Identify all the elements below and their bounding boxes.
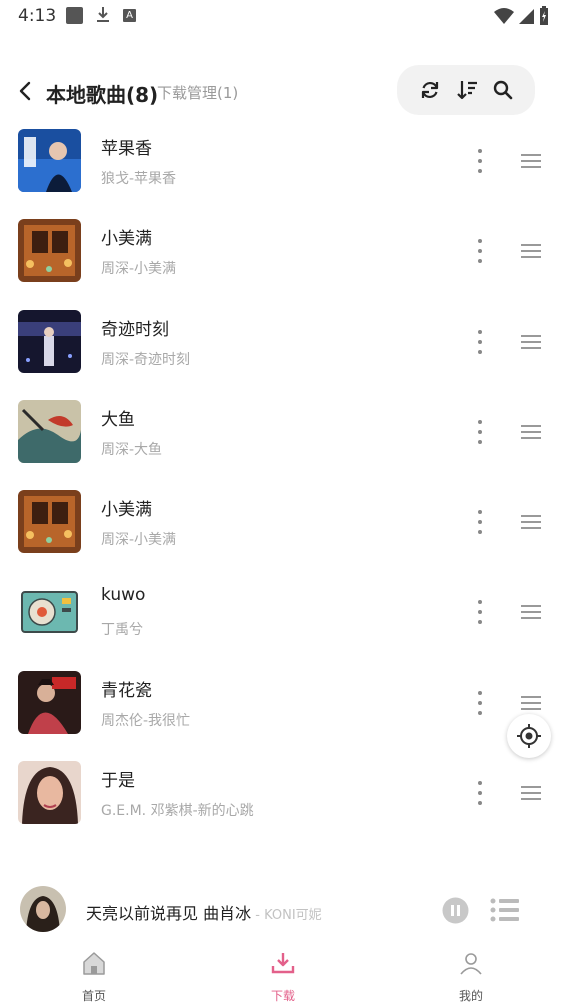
cover-8 bbox=[18, 761, 81, 825]
more-options-icon[interactable] bbox=[468, 327, 492, 357]
cover-2 bbox=[18, 219, 81, 283]
now-playing-text: 天亮以前说再见 曲肖冰 - KONI可妮 bbox=[86, 900, 322, 924]
more-options-icon[interactable] bbox=[468, 688, 492, 718]
locate-current-button[interactable] bbox=[507, 714, 551, 758]
tab-profile[interactable]: 我的 bbox=[416, 946, 526, 1004]
more-options-icon[interactable] bbox=[468, 236, 492, 266]
search-icon[interactable] bbox=[491, 78, 515, 102]
more-options-icon[interactable] bbox=[468, 597, 492, 627]
cover-6 bbox=[18, 580, 81, 644]
song-title: 大鱼 bbox=[101, 409, 135, 430]
more-options-icon[interactable] bbox=[468, 146, 492, 176]
cover-3 bbox=[18, 309, 81, 373]
more-options-icon[interactable] bbox=[468, 507, 492, 537]
now-playing-separator: - bbox=[251, 908, 265, 923]
song-title: 青花瓷 bbox=[101, 680, 152, 701]
profile-icon bbox=[460, 953, 482, 975]
drag-handle-icon[interactable] bbox=[519, 151, 543, 171]
now-playing-cover[interactable] bbox=[20, 886, 66, 932]
song-title: 奇迹时刻 bbox=[101, 319, 169, 340]
download-icon bbox=[271, 953, 295, 974]
status-bar: 4:13 A bbox=[0, 0, 565, 32]
song-title: 苹果香 bbox=[101, 139, 152, 159]
song-row[interactable]: 苹果香 狼戈-苹果香 bbox=[0, 118, 565, 208]
mini-player[interactable]: 天亮以前说再见 曲肖冰 - KONI可妮 bbox=[0, 880, 565, 942]
download-manage-link[interactable]: 下载管理(1) bbox=[157, 82, 238, 103]
song-row[interactable]: 小美满 周深-小美满 bbox=[0, 479, 565, 569]
tab-home[interactable]: 首页 bbox=[39, 946, 149, 1004]
bottom-tab-bar: 首页 下载 我的 bbox=[0, 946, 565, 1004]
tab-home-label: 首页 bbox=[81, 989, 106, 1003]
drag-handle-icon[interactable] bbox=[519, 602, 543, 622]
song-artist: 周深-小美满 bbox=[101, 532, 177, 549]
drag-handle-icon[interactable] bbox=[519, 512, 543, 532]
song-row[interactable]: 奇迹时刻 周深-奇迹时刻 bbox=[0, 299, 565, 389]
drag-handle-icon[interactable] bbox=[519, 241, 543, 261]
signal-icon bbox=[519, 9, 534, 24]
battery-charging-icon bbox=[540, 6, 548, 25]
download-icon bbox=[97, 7, 109, 22]
tab-profile-label: 我的 bbox=[458, 989, 483, 1003]
square-notification-icon bbox=[66, 7, 83, 24]
tab-download-label: 下载 bbox=[270, 989, 295, 1003]
cover-7 bbox=[18, 670, 81, 734]
song-title: 小美满 bbox=[101, 229, 152, 250]
wifi-icon bbox=[494, 8, 514, 24]
song-row[interactable]: 于是 G.E.M. 邓紫棋-新的心跳 bbox=[0, 750, 565, 840]
more-options-icon[interactable] bbox=[468, 778, 492, 808]
cover-4 bbox=[18, 399, 81, 463]
now-playing-title: 天亮以前说再见 曲肖冰 bbox=[86, 904, 252, 923]
song-artist: 周深-小美满 bbox=[101, 261, 177, 278]
song-artist: G.E.M. 邓紫棋-新的心跳 bbox=[101, 803, 254, 820]
drag-handle-icon[interactable] bbox=[519, 422, 543, 442]
page-title: 本地歌曲(8) bbox=[46, 83, 159, 107]
song-row[interactable]: 青花瓷 周杰伦-我很忙 bbox=[0, 660, 565, 750]
header-toolbar bbox=[397, 65, 535, 115]
song-title: kuwo bbox=[101, 585, 146, 606]
status-time: 4:13 bbox=[18, 6, 57, 26]
song-title: 小美满 bbox=[101, 500, 152, 521]
more-options-icon[interactable] bbox=[468, 417, 492, 447]
a-notification-icon: A bbox=[123, 9, 136, 22]
drag-handle-icon[interactable] bbox=[519, 693, 543, 713]
page-header: 本地歌曲(8) 下载管理(1) bbox=[0, 62, 565, 120]
song-row[interactable]: 大鱼 周深-大鱼 bbox=[0, 389, 565, 479]
drag-handle-icon[interactable] bbox=[519, 332, 543, 352]
tab-download[interactable]: 下载 bbox=[228, 946, 338, 1004]
refresh-icon[interactable] bbox=[418, 78, 442, 102]
crosshair-icon bbox=[517, 724, 541, 748]
playlist-icon[interactable] bbox=[489, 896, 521, 924]
status-right bbox=[494, 6, 549, 26]
drag-handle-icon[interactable] bbox=[519, 783, 543, 803]
cover-1 bbox=[18, 129, 81, 192]
song-row[interactable]: kuwo 丁禹兮 bbox=[0, 569, 565, 659]
song-artist: 周杰伦-我很忙 bbox=[101, 712, 191, 729]
back-arrow-icon[interactable] bbox=[16, 80, 34, 102]
song-list: 苹果香 狼戈-苹果香 小美满 周深-小美满 奇迹时刻 周深-奇迹时刻 大鱼 周深… bbox=[0, 118, 565, 840]
song-artist: 周深-奇迹时刻 bbox=[101, 351, 191, 368]
cover-5 bbox=[18, 490, 81, 554]
sort-icon[interactable] bbox=[455, 78, 479, 102]
pause-icon[interactable] bbox=[441, 896, 470, 925]
song-artist: 狼戈-苹果香 bbox=[101, 171, 177, 187]
song-artist: 丁禹兮 bbox=[101, 622, 143, 639]
now-playing-artist: KONI可妮 bbox=[264, 908, 322, 923]
song-artist: 周深-大鱼 bbox=[101, 441, 163, 458]
home-icon bbox=[83, 952, 105, 975]
song-row[interactable]: 小美满 周深-小美满 bbox=[0, 208, 565, 298]
song-title: 于是 bbox=[101, 771, 135, 792]
